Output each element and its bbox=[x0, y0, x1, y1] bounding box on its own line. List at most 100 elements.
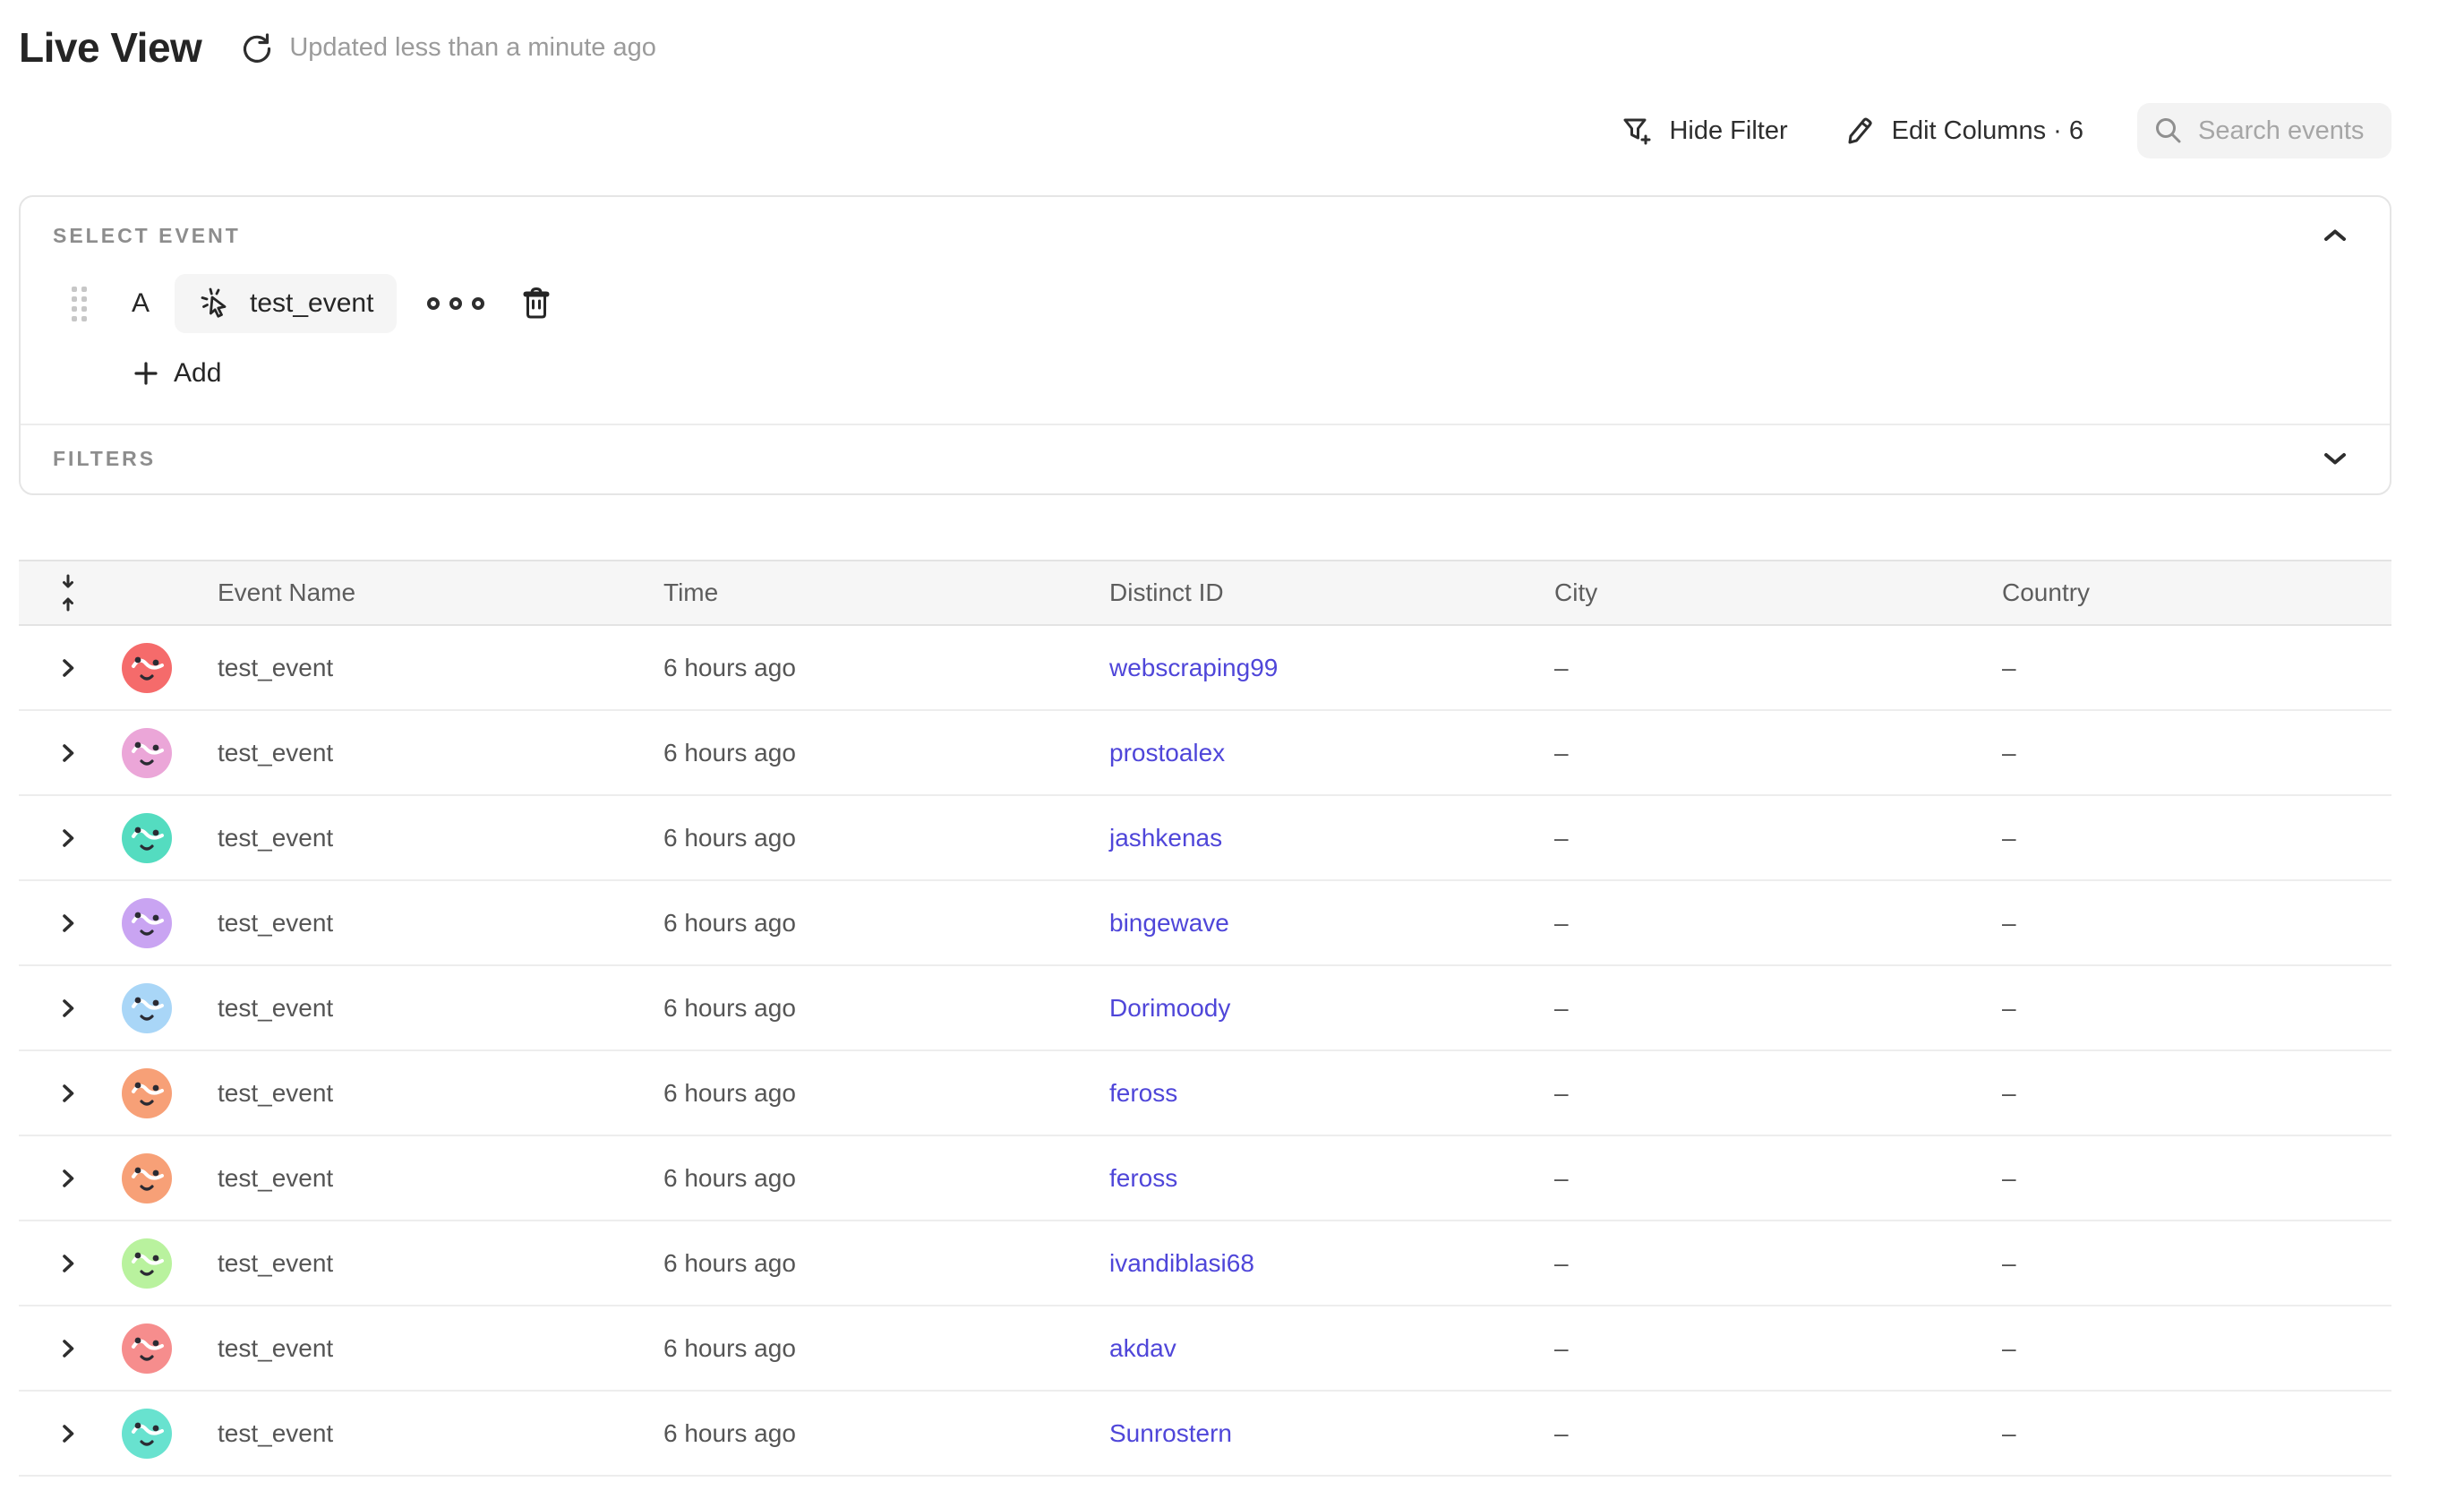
cell-city: – bbox=[1554, 1164, 2002, 1193]
filter-plus-icon bbox=[1619, 113, 1655, 149]
cell-country: – bbox=[2002, 1419, 2391, 1448]
chevron-right-icon[interactable] bbox=[56, 910, 80, 937]
cursor-click-icon bbox=[198, 285, 235, 322]
cell-country: – bbox=[2002, 654, 2391, 682]
edit-columns-button[interactable]: Edit Columns · 6 bbox=[1842, 113, 2083, 149]
column-header-time: Time bbox=[663, 578, 1109, 607]
chevron-right-icon[interactable] bbox=[56, 825, 80, 852]
filters-label: FILTERS bbox=[53, 447, 156, 471]
more-dots-icon[interactable] bbox=[418, 288, 493, 319]
table-row: test_event 6 hours ago Sunrostern – – bbox=[19, 1392, 2391, 1477]
chevron-right-icon[interactable] bbox=[56, 1250, 80, 1277]
cell-city: – bbox=[1554, 909, 2002, 938]
cell-event-name: test_event bbox=[218, 1334, 663, 1363]
cell-event-name: test_event bbox=[218, 1079, 663, 1108]
updated-status: Updated less than a minute ago bbox=[289, 33, 656, 63]
table-row: test_event 6 hours ago jashkenas – – bbox=[19, 796, 2391, 881]
refresh-button[interactable] bbox=[235, 26, 278, 69]
distinct-id-link[interactable]: akdav bbox=[1109, 1334, 1176, 1362]
cell-event-name: test_event bbox=[218, 909, 663, 938]
filters-section: FILTERS bbox=[21, 425, 2390, 493]
chevron-right-icon[interactable] bbox=[56, 1080, 80, 1107]
cell-time: 6 hours ago bbox=[663, 1334, 1109, 1363]
chevron-right-icon[interactable] bbox=[56, 995, 80, 1022]
cell-time: 6 hours ago bbox=[663, 654, 1109, 682]
distinct-id-link[interactable]: feross bbox=[1109, 1164, 1177, 1192]
cell-event-name: test_event bbox=[218, 1419, 663, 1448]
collapse-rows-icon[interactable] bbox=[56, 572, 80, 613]
edit-columns-label: Edit Columns · 6 bbox=[1892, 116, 2083, 146]
chevron-right-icon[interactable] bbox=[56, 655, 80, 681]
select-event-section: SELECT EVENT A bbox=[21, 197, 2390, 424]
chevron-right-icon[interactable] bbox=[56, 740, 80, 767]
selected-event-name: test_event bbox=[250, 288, 373, 319]
cell-time: 6 hours ago bbox=[663, 824, 1109, 852]
table-row: test_event 6 hours ago feross – – bbox=[19, 1051, 2391, 1136]
page-header: Live View Updated less than a minute ago bbox=[19, 20, 2391, 75]
cell-event-name: test_event bbox=[218, 739, 663, 767]
cell-country: – bbox=[2002, 824, 2391, 852]
cell-city: – bbox=[1554, 824, 2002, 852]
distinct-id-link[interactable]: feross bbox=[1109, 1079, 1177, 1107]
query-builder-panel: SELECT EVENT A bbox=[19, 195, 2391, 495]
hide-filter-button[interactable]: Hide Filter bbox=[1619, 113, 1787, 149]
cell-city: – bbox=[1554, 654, 2002, 682]
cell-city: – bbox=[1554, 1079, 2002, 1108]
expand-filters-button[interactable] bbox=[2307, 443, 2363, 474]
cell-time: 6 hours ago bbox=[663, 1419, 1109, 1448]
table-header: Event Name Time Distinct ID City Country bbox=[19, 561, 2391, 626]
page-title: Live View bbox=[19, 23, 201, 72]
column-header-country: Country bbox=[2002, 578, 2391, 607]
cell-time: 6 hours ago bbox=[663, 994, 1109, 1023]
cell-country: – bbox=[2002, 994, 2391, 1023]
trash-icon bbox=[518, 284, 554, 323]
event-letter: A bbox=[128, 288, 153, 319]
avatar bbox=[122, 1153, 172, 1203]
cell-city: – bbox=[1554, 994, 2002, 1023]
table-row: test_event 6 hours ago prostoalex – – bbox=[19, 711, 2391, 796]
table-row: test_event 6 hours ago Dorimoody – – bbox=[19, 966, 2391, 1051]
avatar bbox=[122, 728, 172, 778]
cell-event-name: test_event bbox=[218, 994, 663, 1023]
cell-city: – bbox=[1554, 1249, 2002, 1278]
distinct-id-link[interactable]: webscraping99 bbox=[1109, 654, 1278, 681]
add-event-button[interactable]: Add bbox=[131, 358, 221, 389]
collapse-section-button[interactable] bbox=[2307, 220, 2363, 251]
cell-city: – bbox=[1554, 1334, 2002, 1363]
cell-event-name: test_event bbox=[218, 1249, 663, 1278]
partial-row bbox=[19, 1477, 2391, 1487]
add-label: Add bbox=[174, 358, 221, 389]
avatar bbox=[122, 1068, 172, 1118]
table-row: test_event 6 hours ago bingewave – – bbox=[19, 881, 2391, 966]
table-body: test_event 6 hours ago webscraping99 – – bbox=[19, 626, 2391, 1477]
distinct-id-link[interactable]: Sunrostern bbox=[1109, 1419, 1232, 1447]
live-view-page: Live View Updated less than a minute ago… bbox=[0, 20, 2464, 1487]
cell-country: – bbox=[2002, 1334, 2391, 1363]
cell-country: – bbox=[2002, 739, 2391, 767]
delete-event-button[interactable] bbox=[518, 284, 554, 323]
chevron-right-icon[interactable] bbox=[56, 1335, 80, 1362]
table-row: test_event 6 hours ago feross – – bbox=[19, 1136, 2391, 1221]
refresh-icon bbox=[239, 30, 275, 65]
cell-time: 6 hours ago bbox=[663, 739, 1109, 767]
distinct-id-link[interactable]: prostoalex bbox=[1109, 739, 1225, 767]
chevron-right-icon[interactable] bbox=[56, 1420, 80, 1447]
event-selector-chip[interactable]: test_event bbox=[175, 274, 397, 333]
search-events-input[interactable] bbox=[2196, 116, 2375, 147]
distinct-id-link[interactable]: ivandiblasi68 bbox=[1109, 1249, 1254, 1277]
chevron-right-icon[interactable] bbox=[56, 1165, 80, 1192]
distinct-id-link[interactable]: Dorimoody bbox=[1109, 994, 1230, 1022]
distinct-id-link[interactable]: bingewave bbox=[1109, 909, 1229, 937]
cell-time: 6 hours ago bbox=[663, 1164, 1109, 1193]
distinct-id-link[interactable]: jashkenas bbox=[1109, 824, 1222, 852]
search-events-box[interactable] bbox=[2137, 103, 2391, 158]
search-icon bbox=[2152, 114, 2186, 148]
column-header-city: City bbox=[1554, 578, 2002, 607]
select-event-label: SELECT EVENT bbox=[53, 224, 241, 248]
avatar bbox=[122, 898, 172, 948]
cell-city: – bbox=[1554, 1419, 2002, 1448]
table-row: test_event 6 hours ago ivandiblasi68 – – bbox=[19, 1221, 2391, 1306]
column-header-distinct-id: Distinct ID bbox=[1109, 578, 1554, 607]
drag-handle-icon[interactable] bbox=[72, 287, 87, 321]
table-row: test_event 6 hours ago akdav – – bbox=[19, 1306, 2391, 1392]
